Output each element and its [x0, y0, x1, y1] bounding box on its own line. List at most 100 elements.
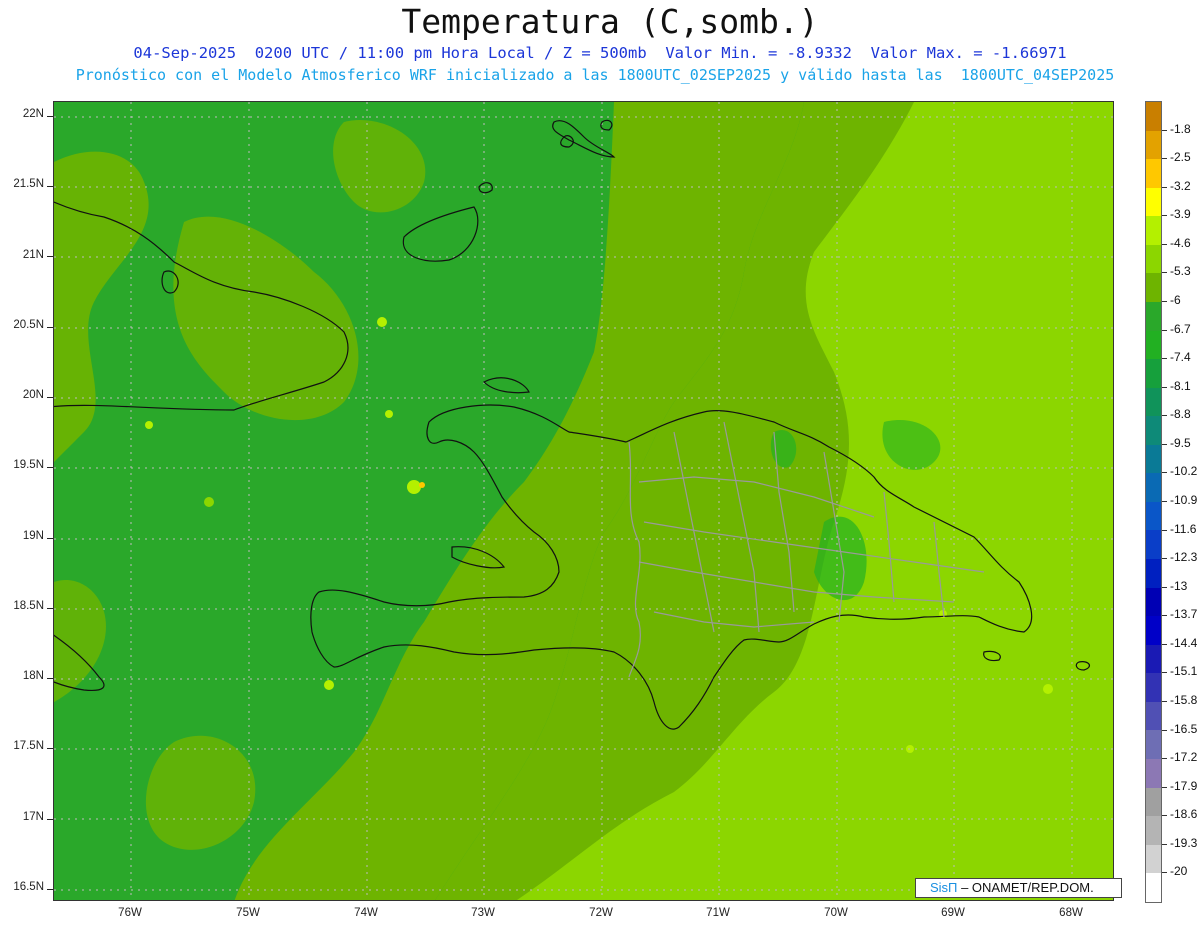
- lat-label: 19.5N: [13, 459, 44, 471]
- legend-label: -20: [1170, 864, 1188, 879]
- warm-spot: [1043, 684, 1053, 694]
- sispi-logo: SisΠ: [930, 880, 958, 895]
- chart-title: Temperatura (C,somb.): [401, 2, 819, 41]
- legend-swatch: [1146, 787, 1161, 817]
- lat-tick: [47, 256, 53, 257]
- legend-tick: [1162, 586, 1167, 588]
- lat-label: 21.5N: [13, 178, 44, 190]
- lat-label: 17N: [22, 811, 44, 823]
- legend-swatch: [1146, 187, 1161, 217]
- warm-spot: [377, 317, 387, 327]
- legend-label: -8.8: [1170, 407, 1191, 422]
- warm-spot: [145, 421, 153, 429]
- legend-tick: [1162, 243, 1167, 245]
- lat-label: 21N: [22, 249, 44, 261]
- lat-tick: [47, 467, 53, 468]
- lat-label: 17.5N: [13, 740, 44, 752]
- legend-swatch: [1146, 301, 1161, 331]
- warm-spot: [385, 410, 393, 418]
- warm-spot-core: [419, 482, 425, 488]
- legend-tick: [1162, 129, 1167, 131]
- legend-label: -10.9: [1170, 493, 1198, 507]
- legend-label: -16.5: [1170, 721, 1198, 736]
- legend-swatch: [1146, 501, 1161, 531]
- credit-text: – ONAMET/REP.DOM.: [961, 880, 1094, 895]
- lon-label: 68W: [1059, 907, 1083, 919]
- legend-swatch: [1146, 559, 1161, 588]
- legend-swatch: [1146, 530, 1161, 559]
- legend-tick: [1162, 672, 1167, 674]
- legend-label: -6: [1170, 293, 1181, 307]
- legend-tick: [1162, 472, 1167, 474]
- legend-label: -12.3: [1170, 550, 1198, 565]
- lat-tick: [47, 116, 53, 117]
- legend-label: -17.9: [1170, 778, 1198, 793]
- legend-swatch: [1146, 444, 1161, 474]
- lat-label: 20N: [22, 389, 44, 401]
- lon-label: 72W: [589, 907, 613, 919]
- legend-tick: [1162, 643, 1167, 645]
- lon-label: 76W: [118, 907, 142, 919]
- legend-swatch: [1146, 730, 1161, 759]
- legend-tick: [1162, 729, 1167, 731]
- legend-swatch: [1146, 130, 1161, 160]
- legend-swatch: [1146, 273, 1161, 302]
- legend-tick: [1162, 529, 1167, 531]
- map-fields: [54, 102, 1113, 900]
- legend-tick: [1162, 843, 1167, 845]
- legend-swatch: [1146, 673, 1161, 702]
- lat-tick: [47, 397, 53, 398]
- color-scale-legend: [1145, 101, 1162, 903]
- model-info-subtitle: Pronóstico con el Modelo Atmosferico WRF…: [75, 66, 1115, 84]
- legend-label: -17.2: [1170, 750, 1198, 765]
- legend-label: -15.1: [1170, 664, 1198, 679]
- legend-swatch: [1146, 587, 1161, 617]
- lat-label: 16.5N: [13, 881, 44, 893]
- legend-tick: [1162, 272, 1167, 274]
- legend-swatch: [1146, 416, 1161, 445]
- legend-tick: [1162, 443, 1167, 445]
- legend-swatch: [1146, 159, 1161, 188]
- legend-tick: [1162, 215, 1167, 217]
- legend-tick: [1162, 872, 1167, 874]
- lon-label: 73W: [471, 907, 495, 919]
- lat-tick: [47, 538, 53, 539]
- credit-box: SisΠ – ONAMET/REP.DOM.: [915, 878, 1122, 898]
- legend-label: -13: [1170, 578, 1188, 593]
- legend-tick: [1162, 701, 1167, 702]
- legend-tick: [1162, 786, 1167, 788]
- legend-swatch: [1146, 244, 1161, 274]
- lon-label: 69W: [941, 907, 965, 919]
- legend-label: -6.7: [1170, 321, 1191, 336]
- lon-label: 74W: [354, 907, 378, 919]
- legend-swatch: [1146, 758, 1161, 788]
- warm-spot: [407, 480, 421, 494]
- legend-tick: [1162, 558, 1167, 560]
- legend-label: -1.8: [1170, 121, 1191, 136]
- legend-label: -13.7: [1170, 607, 1198, 622]
- warm-spot: [324, 680, 334, 690]
- legend-tick: [1162, 501, 1167, 502]
- lon-label: 71W: [706, 907, 730, 919]
- legend-swatch: [1146, 816, 1161, 845]
- legend-tick: [1162, 329, 1167, 331]
- legend-label: -11.6: [1170, 521, 1197, 536]
- lat-tick: [47, 678, 53, 679]
- legend-label: -14.4: [1170, 635, 1198, 650]
- legend-label: -10.2: [1170, 464, 1198, 479]
- legend-swatch: [1146, 873, 1161, 902]
- lon-label: 75W: [236, 907, 260, 919]
- legend-label: -19.3: [1170, 835, 1198, 850]
- temperature-map: [53, 101, 1114, 901]
- legend-tick: [1162, 815, 1167, 817]
- lat-label: 20.5N: [13, 319, 44, 331]
- legend-label: -18.6: [1170, 807, 1198, 822]
- legend-swatch: [1146, 701, 1161, 731]
- valid-time-subtitle: 04-Sep-2025 0200 UTC / 11:00 pm Hora Loc…: [133, 44, 1067, 62]
- legend-label: -5.3: [1170, 264, 1191, 279]
- lat-tick: [47, 889, 53, 890]
- legend-tick: [1162, 158, 1167, 160]
- legend-swatch: [1146, 644, 1161, 674]
- legend-swatch: [1146, 102, 1161, 131]
- lat-label: 18.5N: [13, 600, 44, 612]
